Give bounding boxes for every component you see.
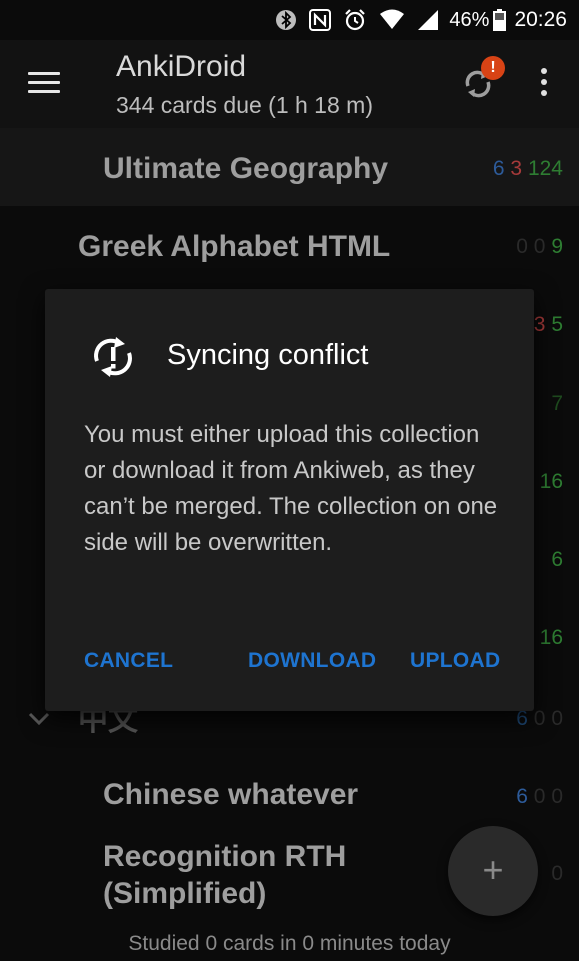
sync-conflict-icon (89, 337, 137, 377)
learn-count: 3 (510, 157, 523, 180)
new-count: 6 (516, 785, 528, 808)
deck-counts: 7 (551, 392, 563, 416)
more-options-icon[interactable] (536, 68, 552, 100)
deck-counts: 6 (551, 548, 563, 572)
deck-counts: 6 0 0 (516, 785, 563, 809)
learn-count: 3 (533, 313, 546, 336)
review-count: 16 (539, 626, 563, 649)
deck-row[interactable]: Chinese whatever 6 0 0 (0, 752, 579, 830)
battery-percent: 46% (449, 8, 490, 31)
dialog-message: You must either upload this collection o… (84, 421, 498, 556)
deck-name: Greek Alphabet HTML (78, 230, 391, 263)
signal-icon (417, 9, 439, 31)
deck-counts: 6 3 124 (493, 157, 563, 181)
review-count: 0 (551, 862, 563, 885)
learn-count: 0 (533, 785, 546, 808)
status-time: 20:26 (514, 8, 567, 31)
chevron-down-icon[interactable] (28, 712, 50, 726)
deck-counts: 0 (551, 862, 563, 886)
add-fab-button[interactable]: + (448, 826, 538, 916)
alarm-icon (343, 8, 367, 32)
upload-button[interactable]: UPLOAD (410, 649, 500, 673)
deck-row[interactable]: Ultimate Geography 6 3 124 (0, 128, 579, 206)
review-count: 9 (551, 235, 563, 258)
new-count: 0 (516, 235, 528, 258)
download-button[interactable]: DOWNLOAD (248, 649, 376, 673)
menu-icon[interactable] (28, 72, 60, 94)
plus-icon: + (482, 849, 504, 890)
battery-icon (493, 9, 507, 31)
cards-due-subtitle: 344 cards due (1 h 18 m) (116, 92, 373, 118)
app-toolbar: AnkiDroid 344 cards due (1 h 18 m) ! (0, 40, 579, 128)
bluetooth-icon (275, 9, 297, 31)
review-count: 0 (551, 785, 563, 808)
deck-row[interactable]: Greek Alphabet HTML 0 0 9 (0, 206, 579, 284)
app-title: AnkiDroid (116, 50, 247, 83)
review-count: 5 (551, 313, 563, 336)
wifi-icon (379, 9, 405, 31)
review-count: 124 (527, 157, 563, 180)
deck-name: Chinese whatever (103, 778, 359, 811)
sync-conflict-dialog: Syncing conflict You must either upload … (45, 289, 534, 711)
review-count: 16 (539, 470, 563, 493)
status-bar: 46% 20:26 (0, 0, 579, 40)
learn-count: 0 (533, 235, 546, 258)
studied-summary: Studied 0 cards in 0 minutes today (128, 932, 451, 955)
review-count: 0 (551, 707, 563, 730)
deck-name: Recognition RTH (Simplified) (103, 838, 346, 912)
cancel-button[interactable]: CANCEL (84, 649, 173, 673)
deck-name-line: (Simplified) (103, 877, 267, 910)
dialog-title: Syncing conflict (167, 339, 369, 371)
review-count: 7 (551, 392, 563, 415)
deck-counts: 16 (540, 626, 563, 650)
sync-warning-badge: ! (481, 56, 505, 80)
deck-counts: 0 0 9 (516, 235, 563, 259)
nfc-icon (309, 9, 332, 31)
deck-name-line: Recognition RTH (103, 840, 347, 873)
deck-name: Ultimate Geography (103, 152, 389, 185)
new-count: 6 (492, 157, 505, 180)
learn-count: 0 (533, 707, 546, 730)
deck-counts: 3 5 (534, 313, 563, 337)
review-count: 6 (551, 548, 563, 571)
deck-counts: 16 (540, 470, 563, 494)
